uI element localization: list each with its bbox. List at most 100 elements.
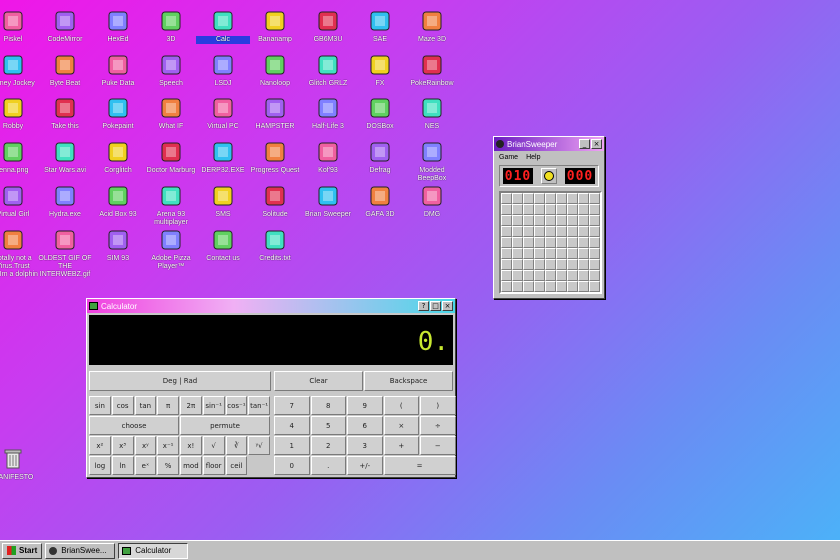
mine-cell[interactable] bbox=[589, 193, 600, 204]
desktop-icon-pony[interactable]: Poney Jockey bbox=[0, 52, 40, 88]
desktop-icon-pokepaint[interactable]: Pokepaint bbox=[91, 95, 145, 131]
mine-cell[interactable] bbox=[501, 270, 512, 281]
num-key[interactable]: ÷ bbox=[420, 416, 456, 435]
sci-key[interactable]: permute bbox=[180, 416, 270, 435]
num-key[interactable]: 3 bbox=[347, 436, 383, 455]
sci-key[interactable]: x! bbox=[180, 436, 202, 455]
desktop-icon-smiley[interactable]: Acid Box 93 bbox=[91, 183, 145, 219]
mine-cell[interactable] bbox=[578, 248, 589, 259]
mine-cell[interactable] bbox=[512, 259, 523, 270]
sci-key[interactable]: log bbox=[89, 456, 111, 475]
desktop-icon-dosbox[interactable]: DOSBox bbox=[353, 95, 407, 131]
mine-cell[interactable] bbox=[578, 215, 589, 226]
calc-titlebar[interactable]: Calculator ? □ × bbox=[87, 299, 455, 313]
desktop-icon-hamster[interactable]: HAMPSTER bbox=[248, 95, 302, 131]
mine-cell[interactable] bbox=[556, 204, 567, 215]
sci-key[interactable]: sin bbox=[89, 396, 111, 415]
mine-cell[interactable] bbox=[545, 226, 556, 237]
mine-cell[interactable] bbox=[589, 226, 600, 237]
mine-cell[interactable] bbox=[589, 281, 600, 292]
mine-cell[interactable] bbox=[523, 237, 534, 248]
sci-key[interactable]: π bbox=[157, 396, 179, 415]
mine-cell[interactable] bbox=[523, 281, 534, 292]
backspace-button[interactable]: Backspace bbox=[364, 371, 453, 391]
mine-cell[interactable] bbox=[534, 270, 545, 281]
mine-cell[interactable] bbox=[523, 270, 534, 281]
num-key[interactable]: . bbox=[310, 456, 346, 475]
mine-cell[interactable] bbox=[556, 193, 567, 204]
mine-cell[interactable] bbox=[567, 270, 578, 281]
mine-cell[interactable] bbox=[512, 281, 523, 292]
mine-cell[interactable] bbox=[589, 215, 600, 226]
mine-cell[interactable] bbox=[501, 226, 512, 237]
mine-cell[interactable] bbox=[545, 248, 556, 259]
num-key[interactable]: 0 bbox=[274, 456, 310, 475]
mine-cell[interactable] bbox=[512, 237, 523, 248]
menu-help[interactable]: Help bbox=[526, 154, 540, 161]
desktop-icon-progressquest[interactable]: Progress Quest bbox=[248, 139, 302, 175]
desktop-icon-kof[interactable]: Kof'93 bbox=[301, 139, 355, 175]
mine-cell[interactable] bbox=[589, 270, 600, 281]
sci-key[interactable]: cos⁻¹ bbox=[225, 396, 248, 415]
sci-key[interactable]: xʸ bbox=[134, 436, 157, 455]
desktop-icon-contact[interactable]: Contact us bbox=[196, 227, 250, 263]
desktop-icon-robby[interactable]: Robby bbox=[0, 95, 40, 131]
desktop-icon-doctor[interactable]: Doctor Marburg bbox=[144, 139, 198, 175]
mine-cell[interactable] bbox=[589, 237, 600, 248]
desktop-icon-text-file[interactable]: Credits.txt bbox=[248, 227, 302, 263]
desktop-icon-dmg[interactable]: DMG bbox=[405, 183, 459, 219]
mine-cell[interactable] bbox=[501, 281, 512, 292]
mine-cell[interactable] bbox=[512, 248, 523, 259]
desktop-icon-gafa[interactable]: GAFA 3D bbox=[353, 183, 407, 219]
minimize-button[interactable]: _ bbox=[579, 139, 590, 149]
sci-key[interactable]: x⁻¹ bbox=[157, 436, 179, 455]
num-key[interactable]: 1 bbox=[274, 436, 310, 455]
desktop-icon-nes[interactable]: NES bbox=[405, 95, 459, 131]
mine-cell[interactable] bbox=[501, 248, 512, 259]
num-key[interactable]: 6 bbox=[347, 416, 383, 435]
mine-cell[interactable] bbox=[545, 259, 556, 270]
mine-cell[interactable] bbox=[578, 204, 589, 215]
mine-cell[interactable] bbox=[523, 248, 534, 259]
mine-cell[interactable] bbox=[534, 281, 545, 292]
mine-cell[interactable] bbox=[512, 226, 523, 237]
mine-cell[interactable] bbox=[545, 281, 556, 292]
mine-cell[interactable] bbox=[534, 248, 545, 259]
desktop-icon-pizza[interactable]: Adobe Pizza Player™ bbox=[144, 227, 198, 271]
smiley-button[interactable] bbox=[541, 168, 557, 184]
mine-cell[interactable] bbox=[578, 226, 589, 237]
desktop-icon-sms[interactable]: SMS bbox=[196, 183, 250, 219]
desktop-icon-cube[interactable]: Arena 93 multiplayer bbox=[144, 183, 198, 227]
mine-cell[interactable] bbox=[545, 270, 556, 281]
sci-key[interactable]: √ bbox=[202, 436, 225, 455]
num-key[interactable]: 9 bbox=[347, 396, 383, 415]
mine-cell[interactable] bbox=[556, 248, 567, 259]
num-key[interactable]: +/- bbox=[347, 456, 383, 475]
mine-cell[interactable] bbox=[512, 270, 523, 281]
num-key[interactable]: 7 bbox=[274, 396, 310, 415]
sweeper-titlebar[interactable]: BrianSweeper _ × bbox=[494, 137, 604, 151]
desktop-icon-nanoloop[interactable]: Nanoloop bbox=[248, 52, 302, 88]
mine-cell[interactable] bbox=[523, 226, 534, 237]
num-key[interactable]: 4 bbox=[274, 416, 310, 435]
mine-cell[interactable] bbox=[512, 204, 523, 215]
desktop-icon-fx[interactable]: FX bbox=[353, 52, 407, 88]
sci-key[interactable]: sin⁻¹ bbox=[202, 396, 225, 415]
sci-key[interactable]: x² bbox=[89, 436, 111, 455]
desktop-icon-maze[interactable]: Maze 3D bbox=[405, 8, 459, 44]
mine-cell[interactable] bbox=[512, 215, 523, 226]
desktop-icon-gif[interactable]: OLDEST GIF OF THE INTERWEBZ.gif bbox=[38, 227, 92, 279]
mine-cell[interactable] bbox=[556, 259, 567, 270]
desktop-icon-whatif[interactable]: What IF bbox=[144, 95, 198, 131]
sci-key[interactable]: x³ bbox=[111, 436, 134, 455]
sci-key[interactable]: 2π bbox=[180, 396, 202, 415]
desktop-icon-lsdj[interactable]: LSDJ bbox=[196, 52, 250, 88]
desktop-icon-speech[interactable]: Speech bbox=[144, 52, 198, 88]
desktop-icon-takethis[interactable]: Take this bbox=[38, 95, 92, 131]
mine-cell[interactable] bbox=[523, 193, 534, 204]
mine-cell[interactable] bbox=[589, 204, 600, 215]
desktop-icon-bytebeat[interactable]: Byte Beat bbox=[38, 52, 92, 88]
num-key[interactable]: ) bbox=[420, 396, 456, 415]
num-key[interactable]: ( bbox=[383, 396, 419, 415]
sci-key[interactable]: tan⁻¹ bbox=[248, 396, 270, 415]
